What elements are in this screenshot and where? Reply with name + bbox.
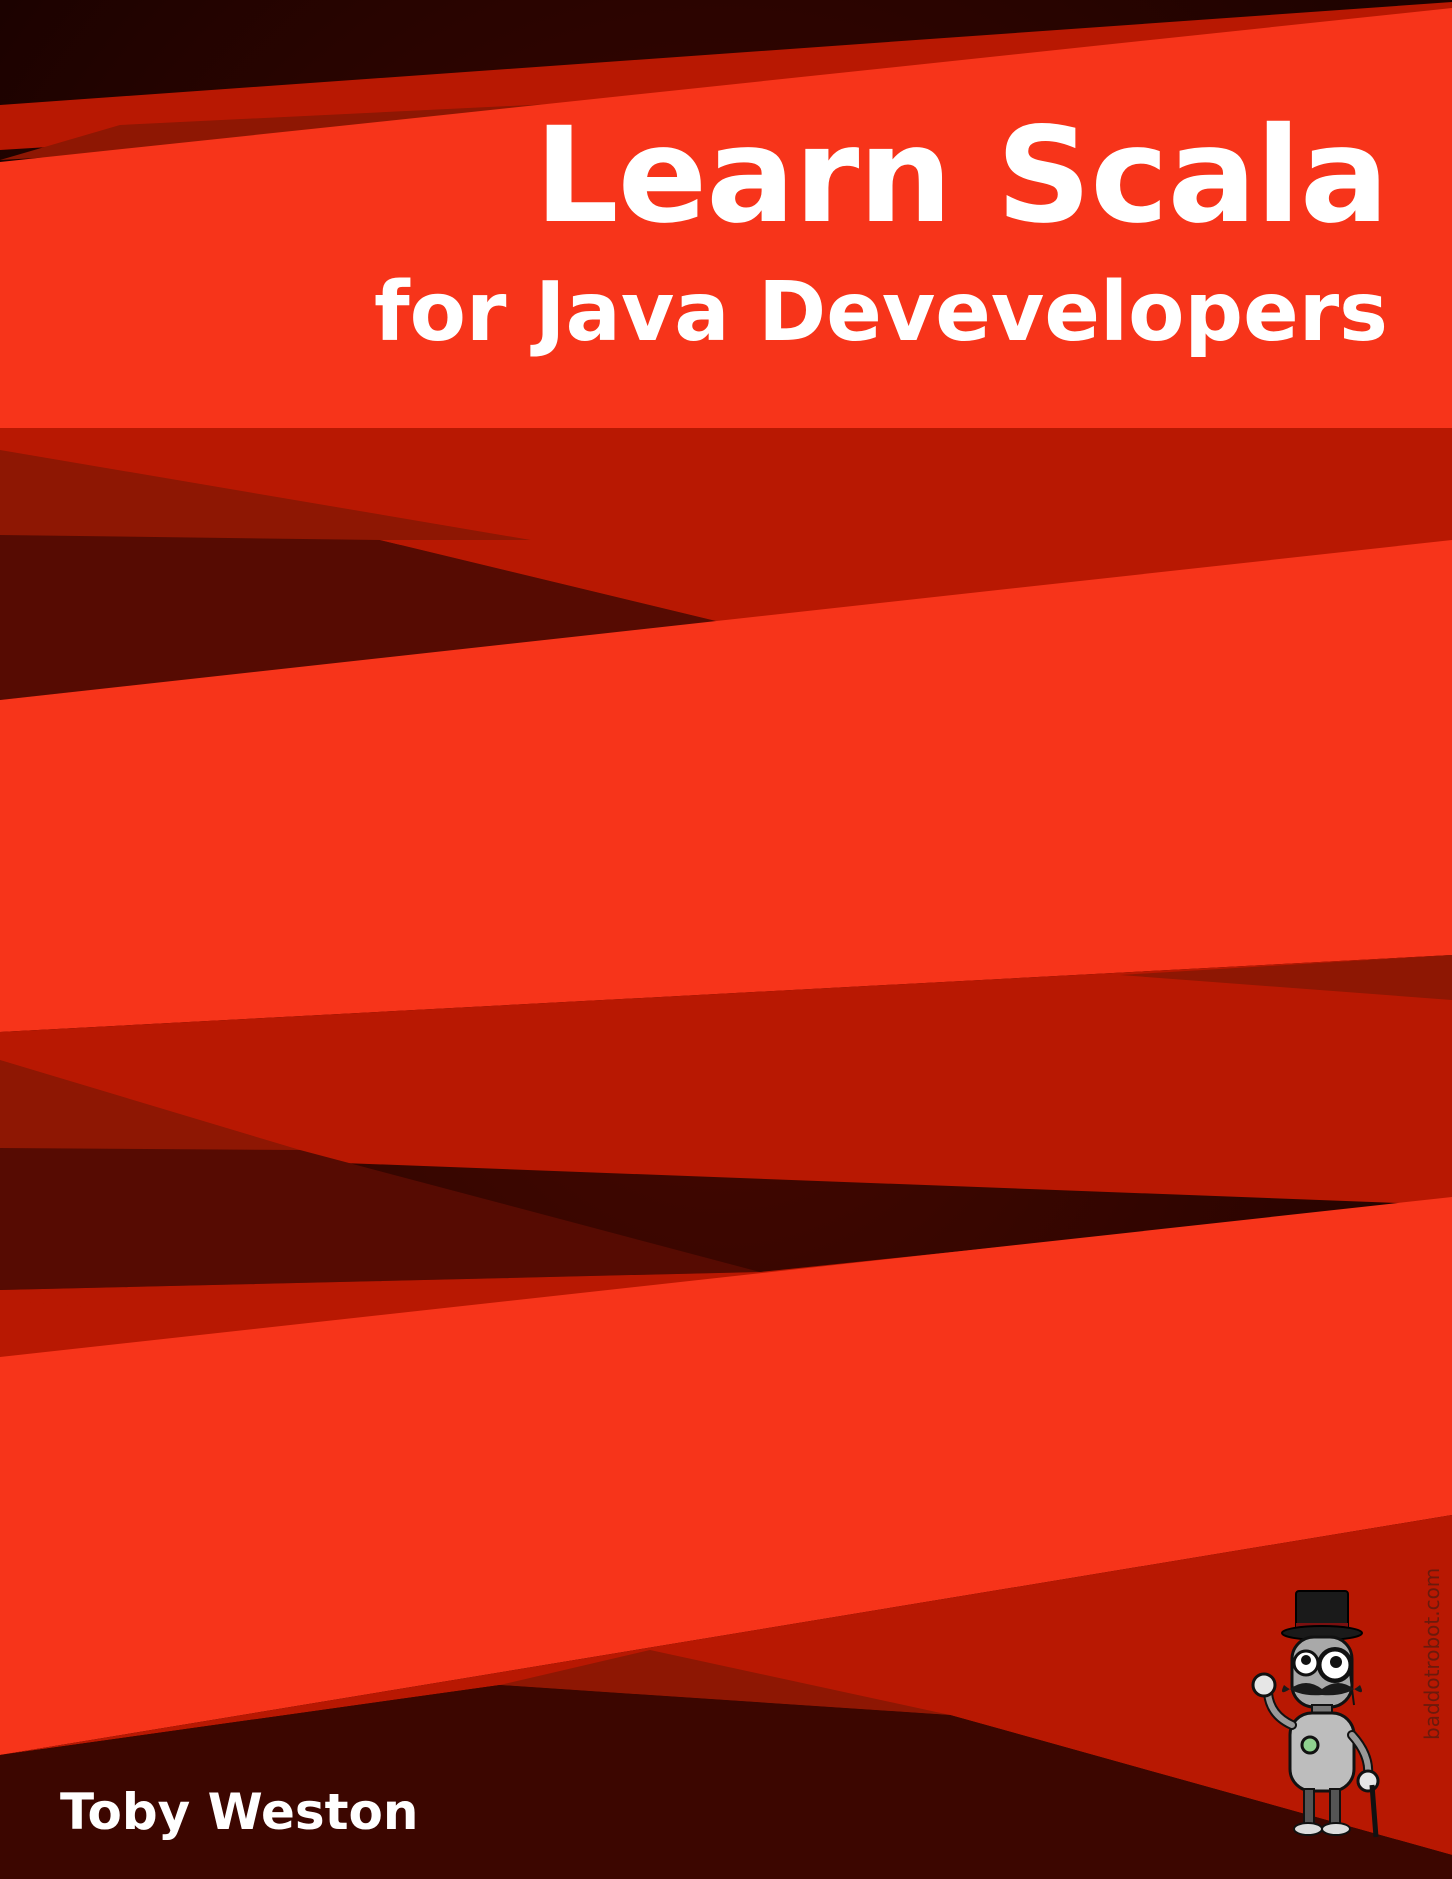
author-name: Toby Weston xyxy=(60,1783,419,1841)
top-hat-robot-icon xyxy=(1251,1590,1380,1838)
book-cover: Learn Scala for Java Devevelopers Toby W… xyxy=(0,0,1452,1879)
publisher-mark: baddotrobot.com xyxy=(1420,1567,1444,1740)
book-title: Learn Scala xyxy=(534,99,1389,253)
book-subtitle: for Java Devevelopers xyxy=(374,265,1388,360)
